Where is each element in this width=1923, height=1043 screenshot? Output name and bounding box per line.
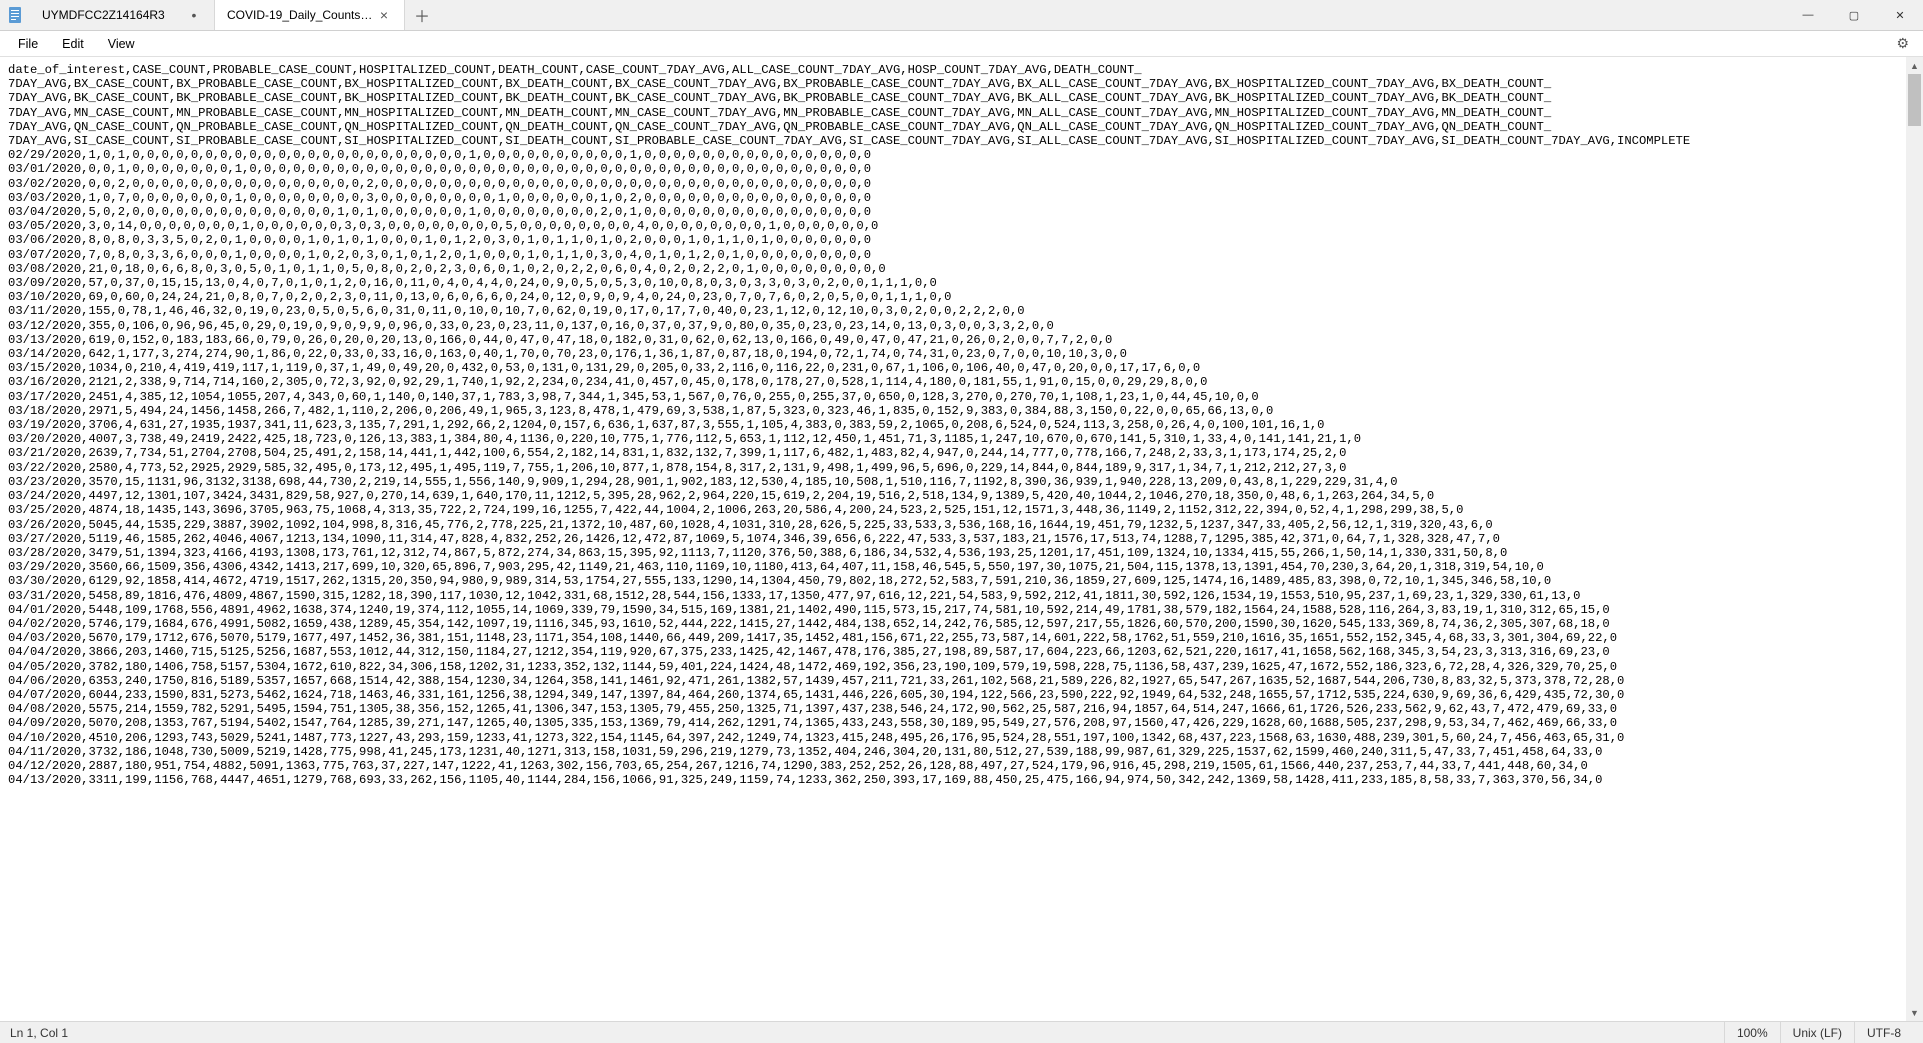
minimize-button[interactable]: — — [1785, 0, 1831, 30]
tab-label: COVID-19_Daily_Counts_of_Cases_... — [227, 8, 376, 22]
editor-area: date_of_interest,CASE_COUNT,PROBABLE_CAS… — [0, 57, 1923, 1021]
maximize-button[interactable]: ▢ — [1831, 0, 1877, 30]
tab-label: UYMDFCC2Z14164R3 — [42, 8, 186, 22]
scroll-up-arrow[interactable]: ▲ — [1906, 57, 1923, 74]
minimize-icon: — — [1803, 9, 1814, 21]
tabs-area: UYMDFCC2Z14164R3 • COVID-19_Daily_Counts… — [0, 0, 1785, 30]
menu-file[interactable]: File — [6, 34, 50, 54]
tab-close-icon[interactable]: × — [376, 7, 392, 23]
tab-inactive[interactable]: UYMDFCC2Z14164R3 • — [30, 0, 215, 30]
text-editor[interactable]: date_of_interest,CASE_COUNT,PROBABLE_CAS… — [0, 57, 1906, 1021]
titlebar: UYMDFCC2Z14164R3 • COVID-19_Daily_Counts… — [0, 0, 1923, 31]
status-line-ending: Unix (LF) — [1780, 1022, 1854, 1043]
menu-view[interactable]: View — [96, 34, 147, 54]
vertical-scrollbar[interactable]: ▲ ▼ — [1906, 57, 1923, 1021]
menubar: File Edit View ⚙ — [0, 31, 1923, 57]
status-zoom[interactable]: 100% — [1724, 1022, 1780, 1043]
maximize-icon: ▢ — [1849, 9, 1859, 22]
scroll-thumb[interactable] — [1908, 74, 1921, 126]
scroll-down-arrow[interactable]: ▼ — [1906, 1004, 1923, 1021]
close-icon: ✕ — [1895, 9, 1904, 22]
gear-icon: ⚙ — [1896, 35, 1909, 51]
tab-dirty-indicator: • — [186, 7, 202, 23]
new-tab-button[interactable]: ＋ — [405, 0, 439, 30]
notepad-app-icon — [0, 0, 30, 30]
settings-button[interactable]: ⚙ — [1888, 32, 1917, 55]
plus-icon: ＋ — [414, 3, 430, 27]
tab-active[interactable]: COVID-19_Daily_Counts_of_Cases_... × — [215, 0, 405, 30]
menu-edit[interactable]: Edit — [50, 34, 96, 54]
close-button[interactable]: ✕ — [1877, 0, 1923, 30]
statusbar: Ln 1, Col 1 100% Unix (LF) UTF-8 — [0, 1021, 1923, 1043]
window-controls: — ▢ ✕ — [1785, 0, 1923, 30]
status-encoding: UTF-8 — [1854, 1022, 1913, 1043]
status-cursor-position: Ln 1, Col 1 — [10, 1026, 1724, 1040]
